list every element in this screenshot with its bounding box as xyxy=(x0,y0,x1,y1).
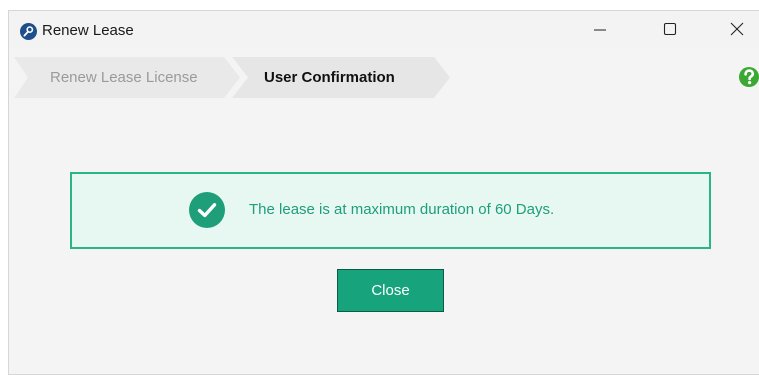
check-circle-icon xyxy=(189,192,225,228)
window-title: Renew Lease xyxy=(42,22,134,39)
renew-lease-window: Renew Lease Renew Lease License User Con… xyxy=(8,10,759,375)
minimize-icon xyxy=(594,29,606,31)
title-bar[interactable]: Renew Lease xyxy=(9,11,759,47)
close-icon xyxy=(730,22,744,36)
close-button[interactable]: Close xyxy=(337,269,444,312)
success-message-box: The lease is at maximum duration of 60 D… xyxy=(70,172,711,249)
help-icon[interactable] xyxy=(738,66,759,88)
minimize-button[interactable] xyxy=(577,11,623,47)
maximize-icon xyxy=(663,22,677,36)
close-window-button[interactable] xyxy=(714,11,759,47)
wizard-step-renew-lease-license[interactable]: Renew Lease License xyxy=(50,69,198,86)
wizard-breadcrumb: Renew Lease License User Confirmation xyxy=(14,57,474,98)
status-message: The lease is at maximum duration of 60 D… xyxy=(249,201,555,218)
app-icon xyxy=(20,23,37,40)
maximize-button[interactable] xyxy=(647,11,693,47)
wizard-step-user-confirmation[interactable]: User Confirmation xyxy=(264,69,395,86)
